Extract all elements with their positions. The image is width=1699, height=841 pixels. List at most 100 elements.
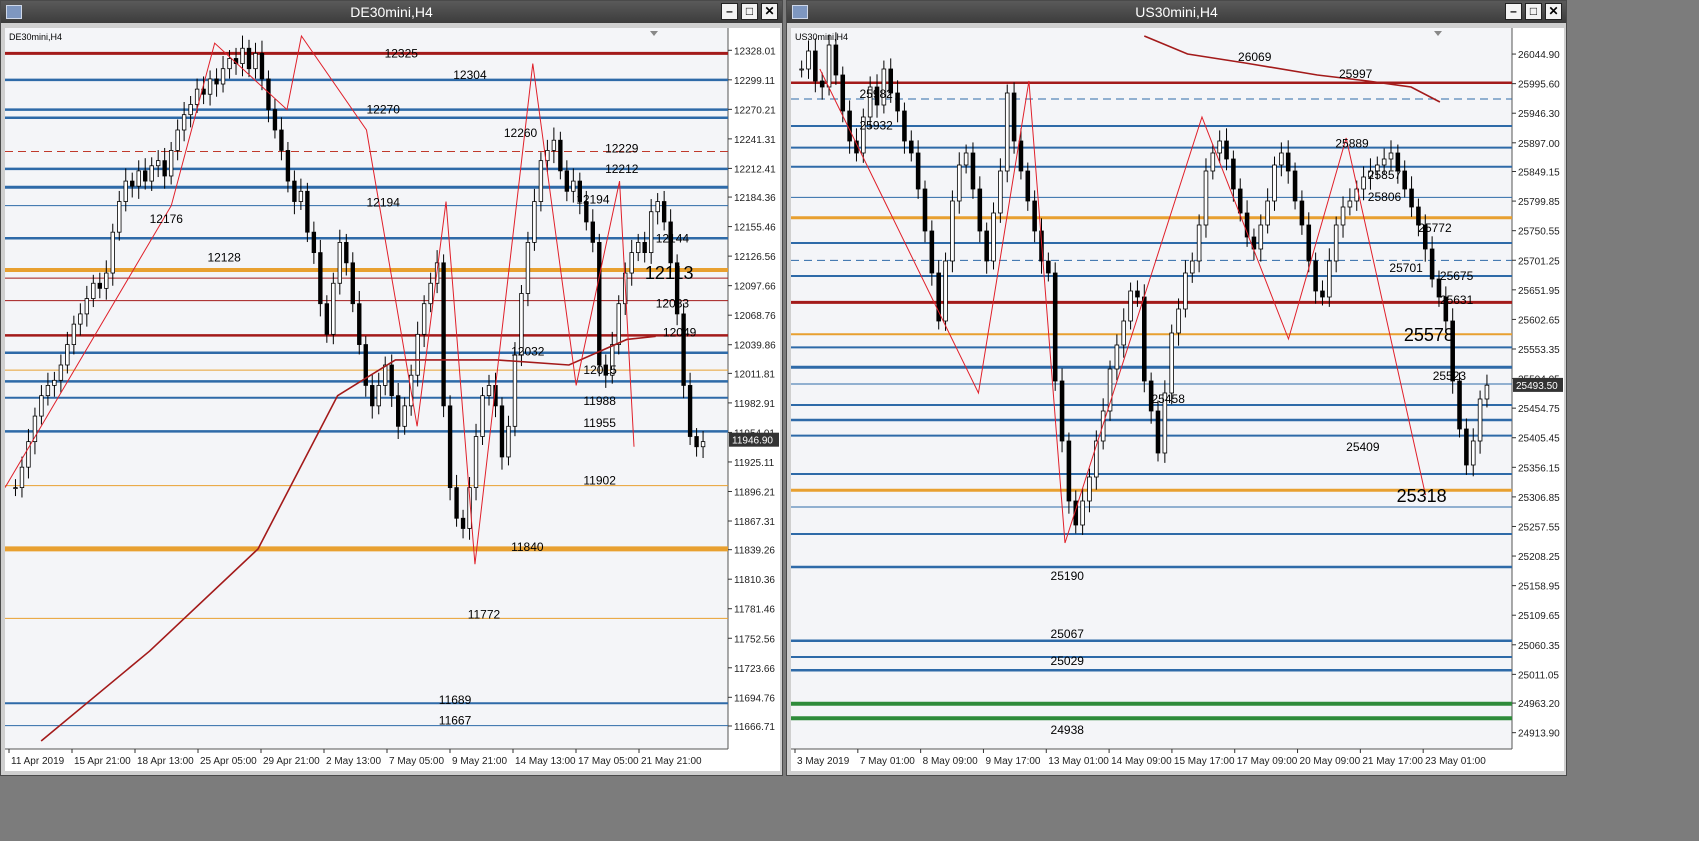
minimize-button[interactable]: – [721, 3, 738, 20]
maximize-button[interactable]: □ [1525, 3, 1542, 20]
candle-body [499, 405, 505, 458]
candle-body [1087, 476, 1092, 502]
level-label: 25675 [1440, 269, 1474, 283]
candle-body [318, 252, 323, 305]
price-tick-label: 25602.65 [1518, 315, 1560, 326]
time-tick-label: 3 May 2019 [797, 756, 850, 767]
candle-body [991, 212, 996, 262]
level-label: 12032 [511, 345, 545, 359]
time-tick-label: 20 May 09:00 [1300, 756, 1361, 767]
level-label: 12015 [583, 363, 617, 377]
time-tick-label: 17 May 09:00 [1237, 756, 1298, 767]
level-label: 12144 [656, 231, 690, 245]
candle-body [370, 385, 375, 407]
level-label: 25578 [1404, 325, 1454, 345]
plot-area [5, 28, 728, 749]
candle-body [915, 152, 921, 190]
price-tick-label: 12011.81 [734, 369, 775, 380]
level-label: 25701 [1389, 261, 1423, 275]
time-tick-label: 23 May 01:00 [1425, 756, 1486, 767]
level-label: 25772 [1418, 221, 1452, 235]
price-tick-label: 25799.85 [1518, 197, 1560, 208]
candle-body [65, 344, 70, 366]
candle-body [1128, 290, 1133, 322]
price-tick-label: 25897.00 [1518, 139, 1560, 150]
candle-body [538, 160, 544, 202]
candle-body [1018, 140, 1024, 172]
candle-body [1100, 410, 1106, 442]
candle-body [963, 152, 969, 166]
us30-price-chart[interactable]: 26069 25997 25982 25932 25889 25857 25806 25772… [791, 28, 1564, 771]
candle-body [826, 44, 832, 88]
price-tick-label: 25849.15 [1518, 168, 1560, 179]
candle-body [1025, 170, 1031, 202]
candle-body [525, 241, 531, 294]
candle-body [558, 139, 563, 172]
candle-body [1272, 164, 1277, 202]
candle-body [687, 385, 693, 437]
level-label: 25458 [1152, 392, 1186, 406]
maximize-button[interactable]: □ [741, 3, 758, 20]
price-tick-label: 25257.55 [1518, 522, 1560, 533]
candle-body [175, 129, 180, 151]
price-tick-label: 11666.71 [734, 722, 775, 733]
time-tick-label: 21 May 17:00 [1362, 756, 1423, 767]
minimize-button[interactable]: – [1505, 3, 1522, 20]
close-button[interactable]: ✕ [1545, 3, 1562, 20]
level-label: 25409 [1346, 440, 1380, 454]
close-button[interactable]: ✕ [761, 3, 778, 20]
candle-body [1135, 290, 1140, 298]
us30-chart-window[interactable]: US30mini,H4 – □ ✕ 26069 25997 25982 25932 25… [786, 0, 1567, 776]
time-tick-label: 13 May 01:00 [1048, 756, 1109, 767]
candle-body [700, 441, 706, 448]
level-label: 12325 [385, 46, 419, 60]
level-label: 11689 [439, 693, 472, 707]
level-label: 12176 [150, 212, 184, 226]
window-titlebar[interactable]: US30mini,H4 – □ ✕ [787, 1, 1566, 23]
candle-body [1347, 200, 1353, 208]
time-tick-label: 29 Apr 21:00 [263, 756, 320, 767]
candle-body [473, 436, 479, 489]
current-price-label: 25493.50 [1516, 381, 1558, 392]
price-tick-label: 12039.86 [734, 341, 776, 352]
window-titlebar[interactable]: DE30mini,H4 – □ ✕ [1, 1, 782, 23]
candle-body [305, 190, 310, 233]
price-tick-label: 25946.30 [1518, 109, 1560, 120]
level-label: 25631 [1440, 293, 1474, 307]
level-label: 25190 [1051, 569, 1085, 583]
time-tick-label: 17 May 05:00 [578, 756, 639, 767]
price-tick-label: 12068.76 [734, 311, 776, 322]
candle-body [214, 78, 219, 85]
candle-body [1052, 272, 1058, 382]
window-title: US30mini,H4 [1135, 4, 1218, 20]
de30-chart-window[interactable]: DE30mini,H4 – □ ✕ 12325 12304 12270 12260 12… [0, 0, 783, 776]
candle-body [1231, 158, 1236, 190]
candle-body [833, 44, 839, 76]
candle-body [402, 405, 407, 427]
candle-body [590, 221, 595, 243]
level-label: 12194 [367, 196, 401, 210]
level-label: 25889 [1335, 136, 1369, 150]
candle-body [943, 260, 948, 322]
candle-body [977, 188, 983, 232]
candle-body [155, 160, 161, 167]
time-tick-label: 21 May 21:00 [641, 756, 702, 767]
candle-body [45, 385, 51, 397]
candle-body [298, 190, 304, 202]
candle-body [1203, 170, 1209, 226]
price-tick-label: 12270.21 [734, 105, 776, 116]
price-tick-label: 12212.41 [734, 164, 776, 175]
level-label: 12194 [576, 192, 610, 206]
candle-body [123, 180, 128, 202]
price-tick-label: 11839.26 [734, 546, 775, 557]
candle-body [532, 201, 537, 243]
time-tick-label: 7 May 05:00 [389, 756, 444, 767]
price-tick-label: 12097.66 [734, 282, 776, 293]
candle-body [91, 282, 96, 299]
price-tick-label: 11982.91 [734, 399, 775, 410]
price-tick-label: 24963.20 [1518, 699, 1560, 710]
price-tick-label: 25158.95 [1518, 582, 1560, 593]
de30-price-chart[interactable]: 12325 12304 12270 12260 12229 12212 12194 12194… [5, 28, 780, 771]
candle-body [1292, 170, 1298, 202]
candle-body [253, 52, 258, 70]
